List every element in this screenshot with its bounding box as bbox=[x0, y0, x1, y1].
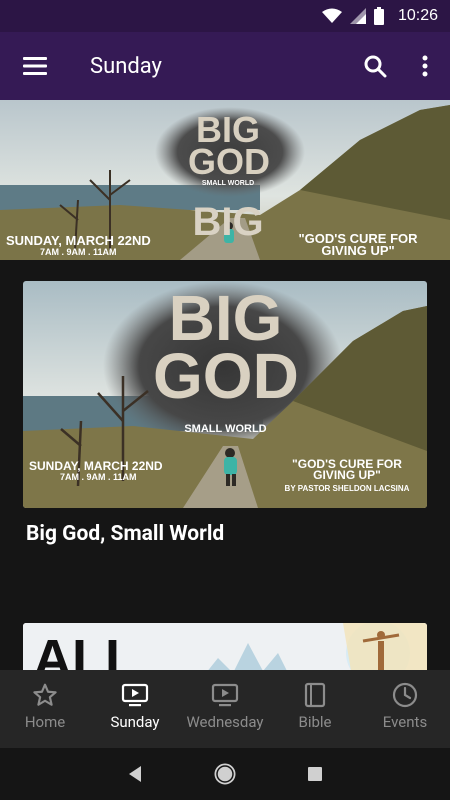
hero-small-world: SMALL WORLD bbox=[201, 180, 255, 187]
nav-label-sunday: Sunday bbox=[110, 713, 160, 731]
card-big-title: BIG bbox=[168, 282, 283, 354]
nav-label-home: Home bbox=[24, 713, 66, 731]
system-recents-button[interactable] bbox=[295, 754, 335, 794]
more-vert-icon bbox=[422, 55, 428, 77]
card-byline: BY PASTOR SHELDON LACSINA bbox=[284, 484, 410, 493]
nav-item-sunday[interactable]: Sunday bbox=[90, 670, 180, 748]
search-icon bbox=[364, 55, 387, 78]
nav-item-events[interactable]: Events bbox=[360, 670, 450, 748]
nav-label-events: Events bbox=[382, 713, 428, 731]
card-sermon-line2: GIVING UP" bbox=[313, 468, 381, 482]
sermon-list: BIG GOD SMALL WORLD SUNDAY, MARCH 22ND 7… bbox=[0, 260, 450, 670]
back-triangle-icon bbox=[129, 766, 141, 782]
page-title: Sunday bbox=[90, 53, 162, 79]
system-home-button[interactable] bbox=[205, 754, 245, 794]
sermon-card-image[interactable]: BIG GOD SMALL WORLD SUNDAY, MARCH 22ND 7… bbox=[23, 281, 427, 508]
tv-icon bbox=[121, 683, 149, 707]
card-times: 7AM . 9AM . 11AM bbox=[60, 472, 137, 482]
recents-square-icon bbox=[308, 767, 322, 781]
card-small-world: SMALL WORLD bbox=[184, 423, 267, 435]
sermon-card[interactable]: ALL bbox=[23, 623, 427, 670]
battery-icon bbox=[373, 7, 384, 25]
nav-label-bible: Bible bbox=[298, 713, 332, 731]
app-screen: 10:26 Sunday BIG BIG GOD SMALL WORLD SUN… bbox=[0, 0, 450, 800]
hamburger-menu-icon bbox=[23, 57, 47, 75]
home-circle-icon bbox=[214, 763, 236, 785]
hero-banner[interactable]: BIG BIG GOD SMALL WORLD SUNDAY, MARCH 22… bbox=[0, 100, 450, 260]
status-bar: 10:26 bbox=[0, 0, 450, 32]
nav-label-wednesday: Wednesday bbox=[186, 713, 264, 731]
card-headline: ALL bbox=[33, 629, 138, 670]
star-icon bbox=[33, 683, 57, 706]
nav-item-home[interactable]: Home bbox=[0, 670, 90, 748]
hero-date: SUNDAY, MARCH 22ND bbox=[6, 233, 151, 248]
card-god-title: GOD bbox=[153, 340, 299, 412]
system-back-button[interactable] bbox=[115, 754, 155, 794]
bottom-navigation: Home Sunday Wednesday Bible Events bbox=[0, 670, 450, 748]
hero-times: 7AM . 9AM . 11AM bbox=[40, 247, 117, 257]
clock-icon bbox=[392, 682, 418, 708]
app-bar: Sunday bbox=[0, 32, 450, 100]
sermon-card-title: Big God, Small World bbox=[26, 522, 225, 546]
tv-icon bbox=[211, 683, 239, 707]
sermon-card-image[interactable]: ALL bbox=[23, 623, 427, 670]
system-navigation-bar bbox=[0, 748, 450, 800]
hero-sermon-line2: GIVING UP" bbox=[321, 243, 395, 258]
sermon-card[interactable]: BIG GOD SMALL WORLD SUNDAY, MARCH 22ND 7… bbox=[23, 281, 427, 546]
search-button[interactable] bbox=[350, 32, 400, 100]
status-time: 10:26 bbox=[397, 7, 438, 24]
nav-item-wednesday[interactable]: Wednesday bbox=[180, 670, 270, 748]
hero-god-title: GOD bbox=[188, 141, 271, 182]
book-icon bbox=[304, 682, 326, 708]
cell-signal-icon bbox=[349, 8, 366, 24]
more-options-button[interactable] bbox=[400, 32, 450, 100]
nav-item-bible[interactable]: Bible bbox=[270, 670, 360, 748]
wifi-icon bbox=[321, 8, 342, 23]
card-date: SUNDAY, MARCH 22ND bbox=[29, 459, 163, 473]
menu-button[interactable] bbox=[0, 32, 70, 100]
